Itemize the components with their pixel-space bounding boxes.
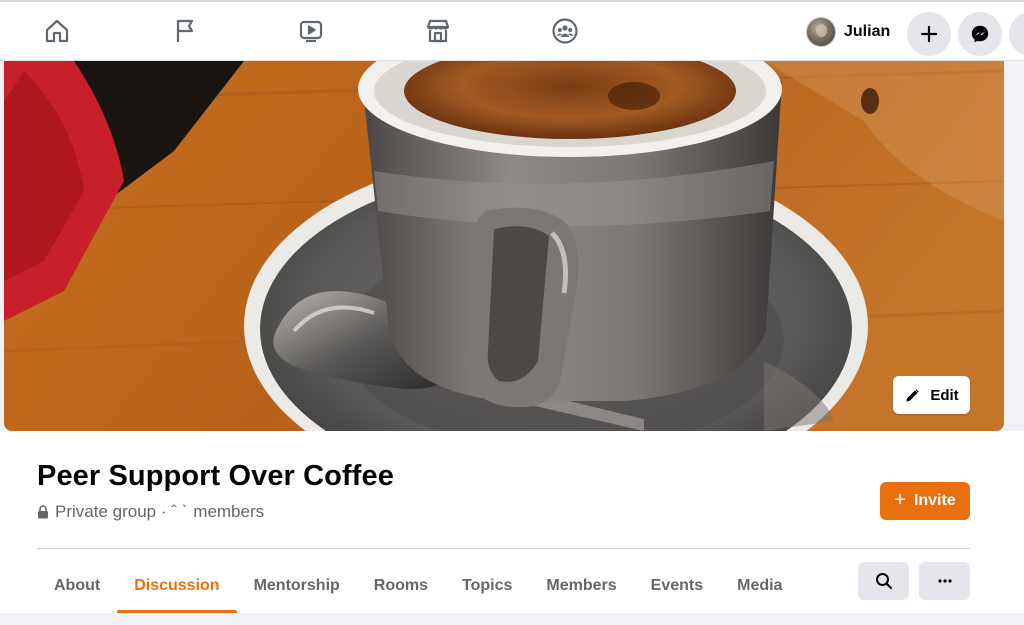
more-options-button[interactable] bbox=[919, 562, 970, 600]
create-plus-icon bbox=[920, 25, 938, 43]
tab-mentorship[interactable]: Mentorship bbox=[237, 558, 357, 613]
marketplace-icon[interactable] bbox=[421, 14, 455, 48]
cover-photo: Edit bbox=[4, 61, 1004, 431]
tab-members[interactable]: Members bbox=[529, 558, 633, 613]
plus-icon: + bbox=[894, 489, 906, 511]
tab-media[interactable]: Media bbox=[720, 558, 799, 613]
privacy-label: Private group bbox=[55, 502, 157, 521]
profile-shortcut[interactable]: Julian bbox=[806, 16, 890, 48]
pages-flag-icon[interactable] bbox=[168, 14, 202, 48]
pencil-icon bbox=[905, 388, 920, 403]
tab-rooms[interactable]: Rooms bbox=[357, 558, 445, 613]
member-count[interactable]: ˆ ˋ bbox=[171, 502, 187, 522]
search-icon bbox=[875, 573, 892, 590]
meta-separator: · bbox=[156, 502, 172, 521]
tab-topics[interactable]: Topics bbox=[445, 558, 529, 613]
edit-cover-button[interactable]: Edit bbox=[893, 376, 970, 414]
invite-button[interactable]: + Invite bbox=[880, 482, 970, 520]
group-meta: Private group · ˆ ˋ members bbox=[37, 502, 264, 522]
messenger-button[interactable] bbox=[958, 12, 1002, 56]
home-icon[interactable] bbox=[40, 14, 74, 48]
members-link[interactable]: members bbox=[193, 502, 264, 522]
messenger-icon bbox=[971, 25, 989, 43]
group-header: Peer Support Over Coffee Private group ·… bbox=[0, 431, 1024, 613]
groups-icon[interactable] bbox=[548, 14, 582, 48]
account-menu-button[interactable] bbox=[1009, 12, 1024, 56]
group-search-button[interactable] bbox=[858, 562, 909, 600]
watch-video-icon[interactable] bbox=[294, 14, 328, 48]
avatar bbox=[806, 17, 836, 47]
group-title: Peer Support Over Coffee bbox=[37, 460, 394, 492]
tab-about[interactable]: About bbox=[37, 558, 117, 613]
tab-discussion[interactable]: Discussion bbox=[117, 558, 237, 613]
edit-button-label: Edit bbox=[930, 386, 959, 404]
profile-name: Julian bbox=[844, 23, 891, 40]
header-divider bbox=[37, 548, 970, 549]
lock-icon bbox=[38, 505, 48, 519]
top-navigation-bar: Julian bbox=[0, 0, 1024, 61]
create-button[interactable] bbox=[907, 12, 951, 56]
group-tabs: About Discussion Mentorship Rooms Topics… bbox=[37, 558, 799, 613]
invite-label: Invite bbox=[913, 492, 956, 509]
coffee-cup-cover-image bbox=[4, 61, 1004, 431]
tab-events[interactable]: Events bbox=[634, 558, 720, 613]
more-dots-icon bbox=[937, 579, 952, 583]
